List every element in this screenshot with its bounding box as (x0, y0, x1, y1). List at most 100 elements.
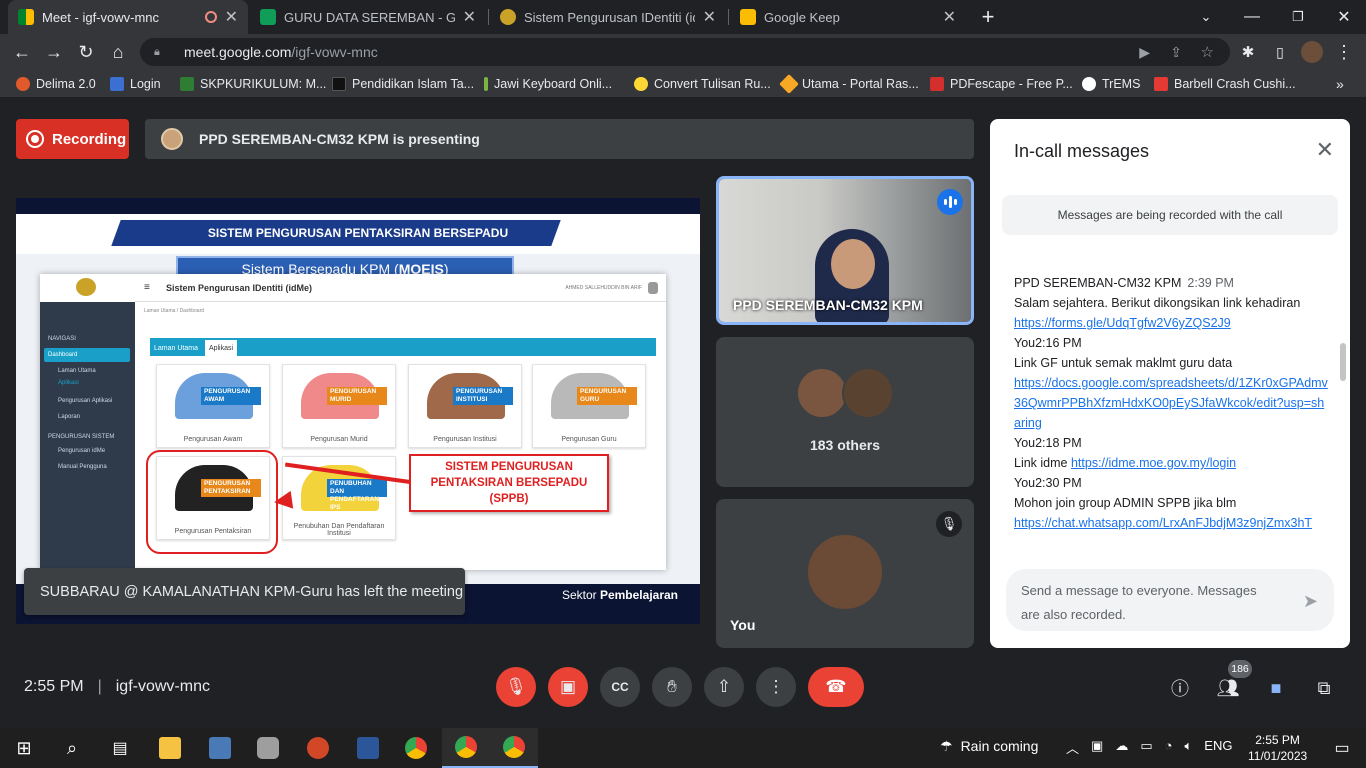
cloud-icon[interactable]: ☁︎ (1115, 738, 1128, 757)
windows-logo-icon: ⊞ (16, 737, 32, 758)
bookmark-convert-tulisan[interactable]: Convert Tulisan Ru... (634, 75, 771, 93)
participant-avatar (796, 367, 848, 419)
volume-icon[interactable]: 🔈︎ (1184, 738, 1192, 757)
profile-avatar[interactable] (1298, 38, 1326, 66)
others-tile[interactable]: 183 others (716, 337, 974, 487)
bookmark-pdfescape[interactable]: PDFescape - Free P... (930, 75, 1073, 93)
taskbar-chrome[interactable] (392, 728, 440, 768)
task-view-button[interactable]: ▤ (96, 728, 144, 768)
extensions-icon[interactable]: ✱ (1234, 38, 1262, 66)
close-tab-icon[interactable]: ✕ (703, 7, 716, 27)
home-icon[interactable]: ⌂ (104, 38, 132, 66)
input-language[interactable]: ENG (1204, 738, 1232, 757)
bookmark-utama-portal[interactable]: Utama - Portal Ras... (779, 74, 919, 94)
close-tab-icon[interactable]: ✕ (943, 7, 956, 27)
taskbar-powerpoint[interactable] (294, 728, 342, 768)
close-panel-icon[interactable]: ✕ (1316, 137, 1334, 163)
message-link[interactable]: https://chat.whatsapp.com/LrxAnFJbdjM3z9… (1014, 516, 1312, 530)
bookmark-pendidikan-islam[interactable]: Pendidikan Islam Ta... (332, 75, 474, 93)
people-icon[interactable]: 👥︎ (1214, 674, 1242, 702)
side-item: Dashboard (48, 352, 78, 358)
meet-tray-icon[interactable]: ▣ (1091, 738, 1103, 757)
self-tile[interactable]: 🎙︎ You (716, 499, 974, 648)
tab-idme[interactable]: Sistem Pengurusan IDentiti (idMe ✕ (490, 0, 726, 34)
message-link[interactable]: https://idme.moe.gov.my/login (1071, 456, 1236, 470)
bookmark-skpkurikulum[interactable]: SKPKURIKULUM: M... (180, 75, 326, 93)
captions-button[interactable]: CC (600, 667, 640, 707)
reload-icon[interactable]: ↻ (72, 38, 100, 66)
presenter-face (831, 239, 875, 289)
share-icon[interactable]: ⇪ (1170, 44, 1182, 61)
new-tab-icon[interactable]: + (974, 3, 1002, 31)
tab-title: Google Keep (764, 9, 840, 25)
close-tab-icon[interactable]: ✕ (463, 7, 476, 27)
more-bookmarks-icon[interactable]: » (1336, 75, 1344, 93)
search-button[interactable]: ⌕ (48, 728, 96, 768)
weather-widget[interactable]: ☂︎ Rain coming (940, 738, 1038, 755)
notifications-button[interactable]: ▭ (1318, 728, 1366, 768)
start-button[interactable]: ⊞ (0, 728, 48, 768)
bookmark-jawi-keyboard[interactable]: Jawi Keyboard Onli... (484, 75, 612, 93)
battery-icon[interactable]: ▭ (1140, 738, 1152, 757)
forward-icon[interactable]: → (40, 38, 68, 66)
bookmark-star-icon[interactable]: ☆ (1201, 43, 1214, 61)
bookmark-delima[interactable]: Delima 2.0 (16, 75, 96, 93)
chat-scrollbar[interactable] (1340, 343, 1346, 381)
taskbar-camera[interactable] (244, 728, 292, 768)
chat-icon[interactable]: ■ (1262, 674, 1290, 702)
meeting-time: 2:55 PM (24, 678, 84, 695)
taskbar-file-explorer[interactable] (146, 728, 194, 768)
meeting-details-icon[interactable]: ⓘ (1166, 674, 1194, 702)
message-link[interactable]: https://docs.google.com/spreadsheets/d/1… (1014, 376, 1328, 430)
camera-off-button[interactable]: ▣ (548, 667, 588, 707)
taskbar-chrome-profile-2[interactable] (490, 728, 538, 768)
network-icon[interactable]: ◔ (1165, 738, 1173, 757)
activities-icon[interactable]: ⧉ (1310, 674, 1338, 702)
bookmark-login[interactable]: Login (110, 75, 161, 93)
chrome-icon (503, 736, 525, 758)
app-tab-laman-utama: Laman Utama (154, 344, 198, 352)
message-list[interactable]: PPD SEREMBAN-CM32 KPM 2:39 PM Salam sejah… (1014, 273, 1330, 533)
tab-meet[interactable]: Meet - igf-vowv-mnc ✕ (8, 0, 248, 34)
send-icon[interactable]: ➤ (1303, 589, 1318, 613)
side-item: Pengurusan idMe (58, 448, 106, 454)
show-hidden-icons-icon[interactable]: ︿ (1066, 738, 1079, 757)
presentation-stage[interactable]: SISTEM PENGURUSAN PENTAKSIRAN BERSEPADU … (16, 198, 700, 624)
tab-search-chevron-icon[interactable]: ⌄ (1192, 3, 1220, 31)
app-user: AHMED SALLEHUDDIN BIN ARIF (565, 284, 642, 291)
windows-taskbar: ⊞ ⌕ ▤ ☂︎ Rain coming ︿ ▣ ☁︎ ▭ ◔ 🔈︎ ENG 2… (0, 728, 1366, 768)
slide-title: SISTEM PENGURUSAN PENTAKSIRAN BERSEPADU (207, 226, 509, 240)
message-compose-input[interactable]: Send a message to everyone. Messages are… (1006, 569, 1334, 631)
recording-label: Recording (52, 130, 127, 148)
more-options-button[interactable]: ⋮ (756, 667, 796, 707)
tab-sheets[interactable]: GURU DATA SEREMBAN - Google ✕ (250, 0, 486, 34)
mic-off-button[interactable]: 🎙︎ (496, 667, 536, 707)
restore-icon[interactable]: ❐ (1284, 3, 1312, 31)
camera-off-icon: ▣ (559, 677, 577, 696)
tab-keep[interactable]: Google Keep ✕ (730, 0, 966, 34)
bookmark-barbell[interactable]: Barbell Crash Cushi... (1154, 75, 1296, 93)
taskbar-chrome-profile-1[interactable] (442, 728, 490, 768)
taskbar-word[interactable] (344, 728, 392, 768)
taskbar-clock[interactable]: 2:55 PM 11/01/2023 (1248, 732, 1307, 764)
leave-call-button[interactable]: ☎︎ (808, 667, 864, 707)
bookmark-trems[interactable]: TrEMS (1082, 75, 1140, 93)
taskbar-app[interactable] (196, 728, 244, 768)
window-close-icon[interactable]: ✕ (1330, 3, 1358, 31)
side-label: PENGURUSAN SISTEM (48, 434, 115, 440)
message-link[interactable]: https://forms.gle/UdqTgfw2V6yZQS2J9 (1014, 316, 1231, 330)
camera-in-use-icon[interactable]: ▶︎ (1139, 44, 1150, 61)
recording-indicator[interactable]: Recording (16, 119, 129, 159)
url-path: /igf-vowv-mnc (291, 44, 378, 60)
close-tab-icon[interactable]: ✕ (225, 7, 238, 27)
present-button[interactable]: ⇧ (704, 667, 744, 707)
menu-kebab-icon[interactable]: ⋮ (1330, 38, 1358, 66)
minimize-icon[interactable]: — (1238, 3, 1266, 31)
back-icon[interactable]: ← (8, 38, 36, 66)
weather-text: Rain coming (960, 738, 1039, 754)
presenter-tile[interactable]: PPD SEREMBAN-CM32 KPM (716, 176, 974, 325)
side-panel-icon[interactable]: ▯ (1266, 38, 1294, 66)
address-bar[interactable]: 🔒︎ meet.google.com/igf-vowv-mnc ▶︎ ⇪ ☆ (140, 38, 1230, 66)
raise-hand-button[interactable]: ✋︎ (652, 667, 692, 707)
card-label: PENGURUSAN GURU (577, 387, 637, 405)
